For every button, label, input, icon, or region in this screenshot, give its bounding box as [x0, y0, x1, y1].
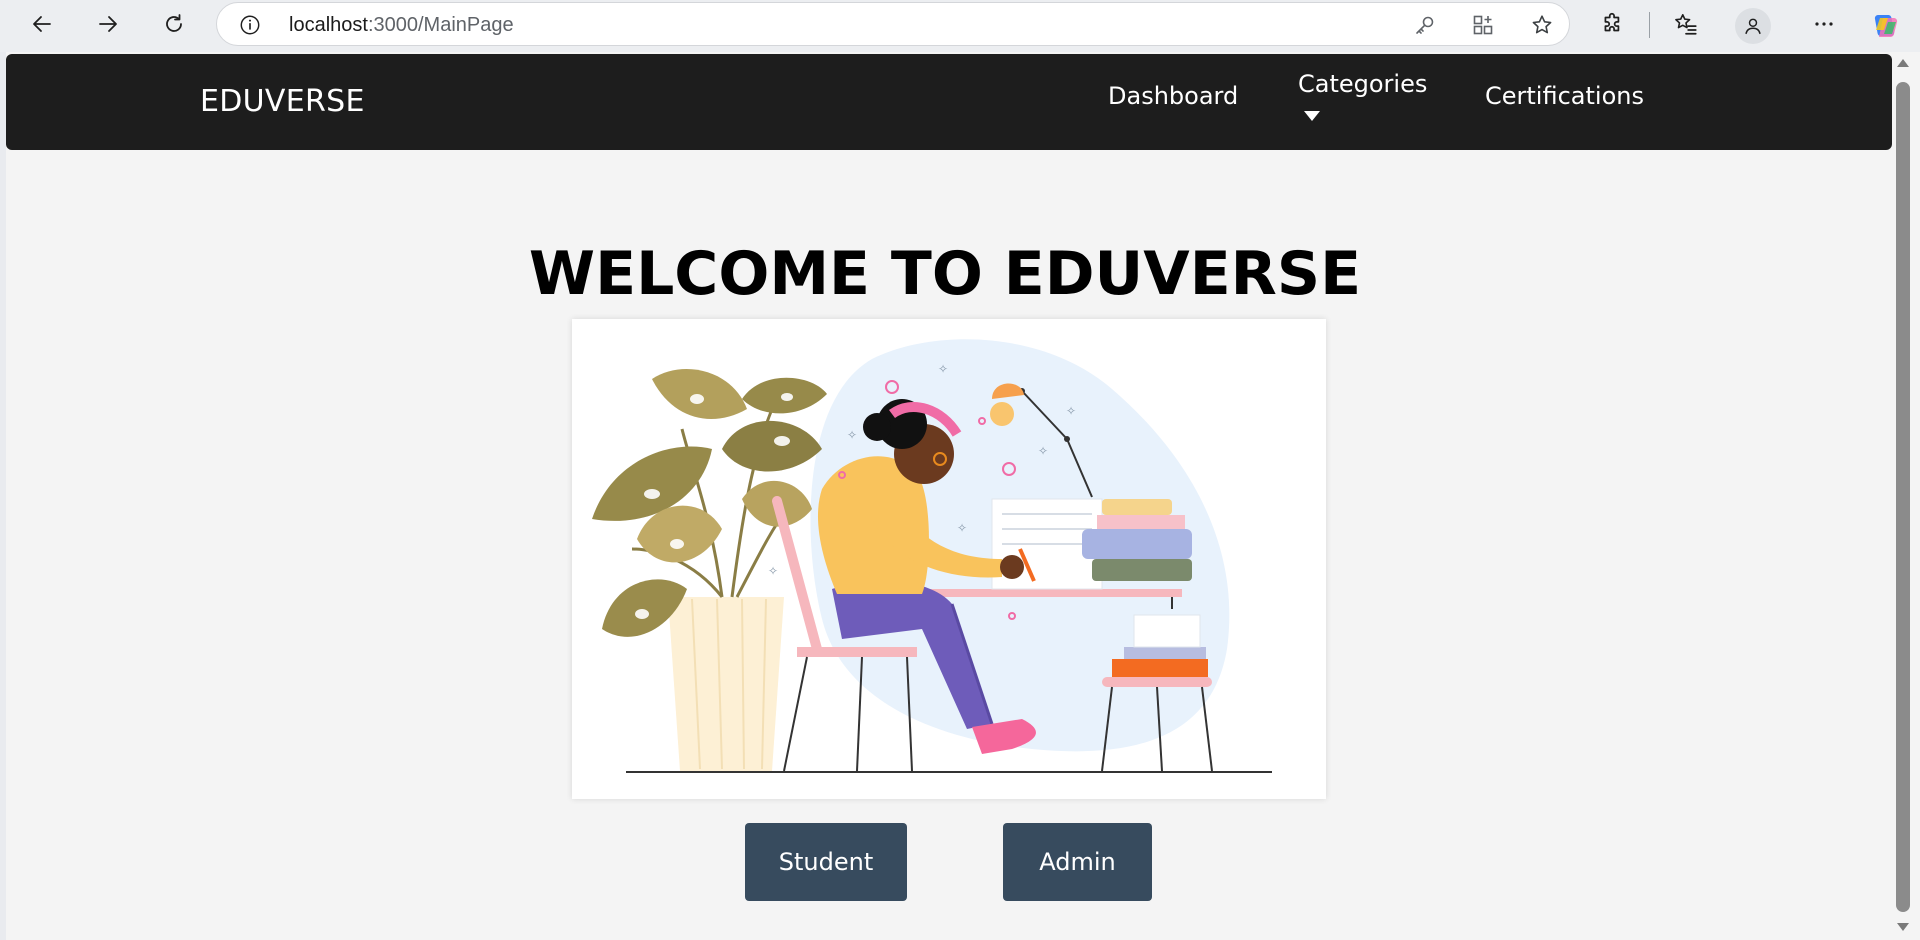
refresh-icon: [166, 14, 182, 32]
extensions-icon: [1604, 12, 1620, 32]
categories-dropdown-caret-icon[interactable]: [1303, 110, 1321, 122]
svg-text:✧: ✧: [1066, 404, 1076, 418]
page-viewport: EDUVERSE Dashboard Categories Certificat…: [6, 52, 1892, 940]
more-button[interactable]: [1810, 10, 1838, 38]
brand-logo[interactable]: EDUVERSE: [200, 84, 365, 119]
svg-text:✧: ✧: [938, 362, 948, 376]
forward-button[interactable]: [88, 6, 128, 42]
student-studying-illustration: ✧ ✧ ✧ ✧ ✧ ✧: [592, 339, 1272, 773]
svg-text:✧: ✧: [768, 564, 778, 578]
extensions-button[interactable]: [1599, 10, 1627, 38]
favorites-list-icon: [1675, 13, 1697, 35]
back-icon: [33, 16, 51, 32]
student-button[interactable]: Student: [745, 823, 907, 901]
url-path: :3000/MainPage: [367, 14, 514, 36]
hero-illustration: ✧ ✧ ✧ ✧ ✧ ✧: [572, 319, 1326, 799]
address-bar[interactable]: localhost:3000/MainPage: [216, 2, 1570, 46]
copilot-button[interactable]: [1870, 10, 1902, 42]
welcome-title: WELCOME TO EDUVERSE: [6, 239, 1886, 309]
scroll-down-icon[interactable]: [1896, 922, 1910, 932]
url-host: localhost: [289, 14, 368, 36]
app-navbar: EDUVERSE Dashboard Categories Certificat…: [6, 54, 1892, 150]
favorite-star-icon[interactable]: [1530, 13, 1554, 37]
welcome-title-text: WELCOME TO EDUVERSE: [528, 239, 1362, 309]
profile-icon: [1745, 18, 1761, 35]
app-grid-icon[interactable]: [1471, 13, 1495, 37]
scroll-thumb[interactable]: [1896, 82, 1910, 912]
toolbar-separator: [1649, 12, 1650, 38]
favorites-button[interactable]: [1672, 10, 1700, 38]
svg-text:✧: ✧: [847, 428, 857, 442]
back-button[interactable]: [22, 6, 62, 42]
forward-icon: [99, 16, 117, 32]
nav-dashboard[interactable]: Dashboard: [1108, 82, 1238, 110]
url-text[interactable]: localhost:3000/MainPage: [289, 14, 514, 37]
nav-certifications[interactable]: Certifications: [1485, 82, 1644, 110]
nav-categories[interactable]: Categories: [1298, 70, 1427, 98]
scroll-up-icon[interactable]: [1896, 58, 1910, 68]
svg-text:✧: ✧: [1038, 444, 1048, 458]
copilot-icon: [1874, 15, 1898, 37]
vertical-scrollbar[interactable]: [1892, 52, 1920, 940]
info-icon[interactable]: [239, 14, 261, 36]
svg-text:✧: ✧: [957, 521, 967, 535]
browser-toolbar: localhost:3000/MainPage: [0, 0, 1920, 52]
profile-button[interactable]: [1735, 8, 1771, 44]
admin-button[interactable]: Admin: [1003, 823, 1152, 901]
refresh-button[interactable]: [154, 6, 194, 42]
key-icon[interactable]: [1413, 13, 1437, 37]
more-icon: [1815, 22, 1833, 26]
